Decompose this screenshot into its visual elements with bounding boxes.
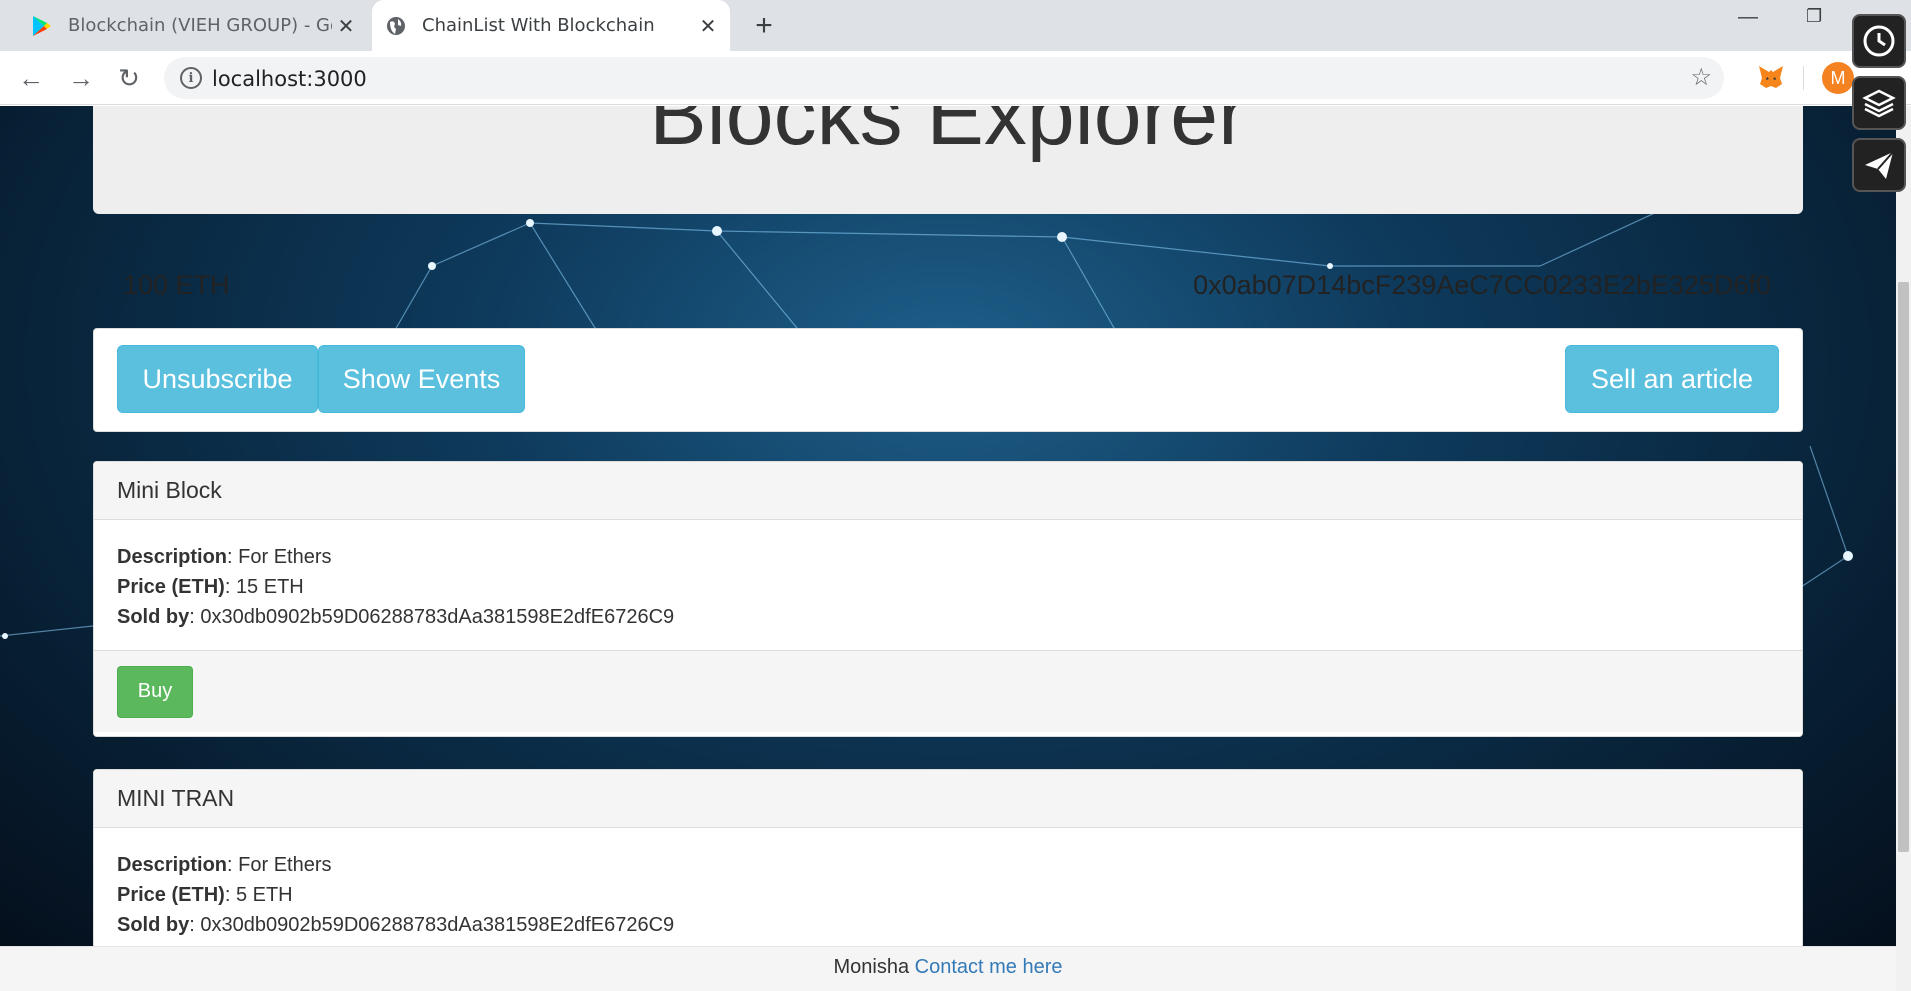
seller-label: Sold by	[117, 606, 190, 628]
close-tab-icon[interactable]: ✕	[332, 12, 360, 40]
description-label: Description	[117, 546, 228, 568]
page-viewport: Blocks Explorer 100 ETH 0x0ab07D14bcF239…	[0, 106, 1896, 946]
bookmark-star-icon[interactable]: ☆	[1690, 63, 1712, 92]
article-description: For Ethers	[238, 854, 332, 876]
article-price: 5 ETH	[235, 884, 293, 906]
new-tab-button[interactable]: +	[748, 9, 780, 42]
contact-link[interactable]: Contact me here	[915, 956, 1063, 978]
price-label: Price (ETH)	[117, 884, 225, 906]
scrollbar-thumb[interactable]	[1898, 282, 1909, 852]
tab-chainlist[interactable]: ChainList With Blockchain ✕	[372, 0, 730, 51]
page-footer: Monisha Contact me here	[0, 946, 1896, 991]
address-bar[interactable]: i localhost:3000 ☆	[164, 57, 1724, 99]
article-name: Mini Block	[94, 462, 1802, 520]
description-label: Description	[117, 854, 228, 876]
show-events-button[interactable]: Show Events	[318, 345, 525, 413]
sell-article-button[interactable]: Sell an article	[1565, 345, 1779, 413]
tab-blockchain-vieh[interactable]: Blockchain (VIEH GROUP) - Goog ✕	[18, 0, 368, 51]
metamask-fox-icon[interactable]	[1756, 62, 1786, 92]
buy-button[interactable]: Buy	[117, 665, 193, 718]
send-icon[interactable]	[1852, 138, 1906, 192]
browser-toolbar: ← → ↻ i localhost:3000 ☆	[0, 51, 1911, 105]
layers-icon[interactable]	[1852, 76, 1906, 130]
vertical-scrollbar[interactable]	[1896, 106, 1911, 991]
close-tab-icon[interactable]: ✕	[694, 12, 722, 40]
clock-icon[interactable]	[1852, 14, 1906, 68]
seller-label: Sold by	[117, 914, 190, 936]
forward-arrow-icon[interactable]: →	[66, 63, 96, 93]
site-info-icon[interactable]: i	[180, 67, 202, 89]
article-body: Description: For Ethers Price (ETH): 15 …	[117, 546, 675, 628]
article-panel: Mini Block Description: For Ethers Price…	[93, 461, 1803, 737]
toolbar-separator	[1803, 66, 1804, 90]
article-seller: 0x30db0902b59D06288783dAa381598E2dfE6726…	[200, 606, 675, 628]
account-address: 0x0ab07D14bcF239AeC7CC0233E2bE325D6f0	[1193, 270, 1771, 300]
tab-title: ChainList With Blockchain	[422, 15, 655, 36]
article-footer: Buy	[94, 650, 1802, 732]
page-title: Blocks Explorer	[649, 106, 1247, 163]
article-name: MINI TRAN	[94, 770, 1802, 828]
article-seller: 0x30db0902b59D06288783dAa381598E2dfE6726…	[200, 914, 675, 936]
back-arrow-icon[interactable]: ←	[16, 63, 46, 93]
article-body: Description: For Ethers Price (ETH): 5 E…	[117, 854, 675, 936]
jumbotron: Blocks Explorer	[93, 106, 1803, 214]
profile-avatar[interactable]: M	[1822, 62, 1854, 94]
minimize-icon[interactable]: —	[1738, 6, 1758, 29]
footer-author: Monisha	[833, 956, 910, 978]
tab-title: Blockchain (VIEH GROUP) - Goog	[68, 15, 332, 36]
globe-icon	[384, 14, 408, 38]
article-panel: MINI TRAN Description: For Ethers Price …	[93, 769, 1803, 946]
url-text[interactable]: localhost:3000	[212, 67, 367, 91]
reload-icon[interactable]: ↻	[114, 63, 144, 93]
account-balance: 100 ETH	[123, 270, 230, 300]
article-price: 15 ETH	[235, 576, 304, 598]
play-store-icon	[30, 14, 54, 38]
article-description: For Ethers	[238, 546, 332, 568]
unsubscribe-button[interactable]: Unsubscribe	[117, 345, 318, 413]
tab-strip: Blockchain (VIEH GROUP) - Goog ✕ ChainLi…	[0, 0, 1911, 51]
action-bar: Unsubscribe Show Events Sell an article	[93, 328, 1803, 432]
restore-icon[interactable]: ❐	[1806, 6, 1822, 27]
price-label: Price (ETH)	[117, 576, 225, 598]
